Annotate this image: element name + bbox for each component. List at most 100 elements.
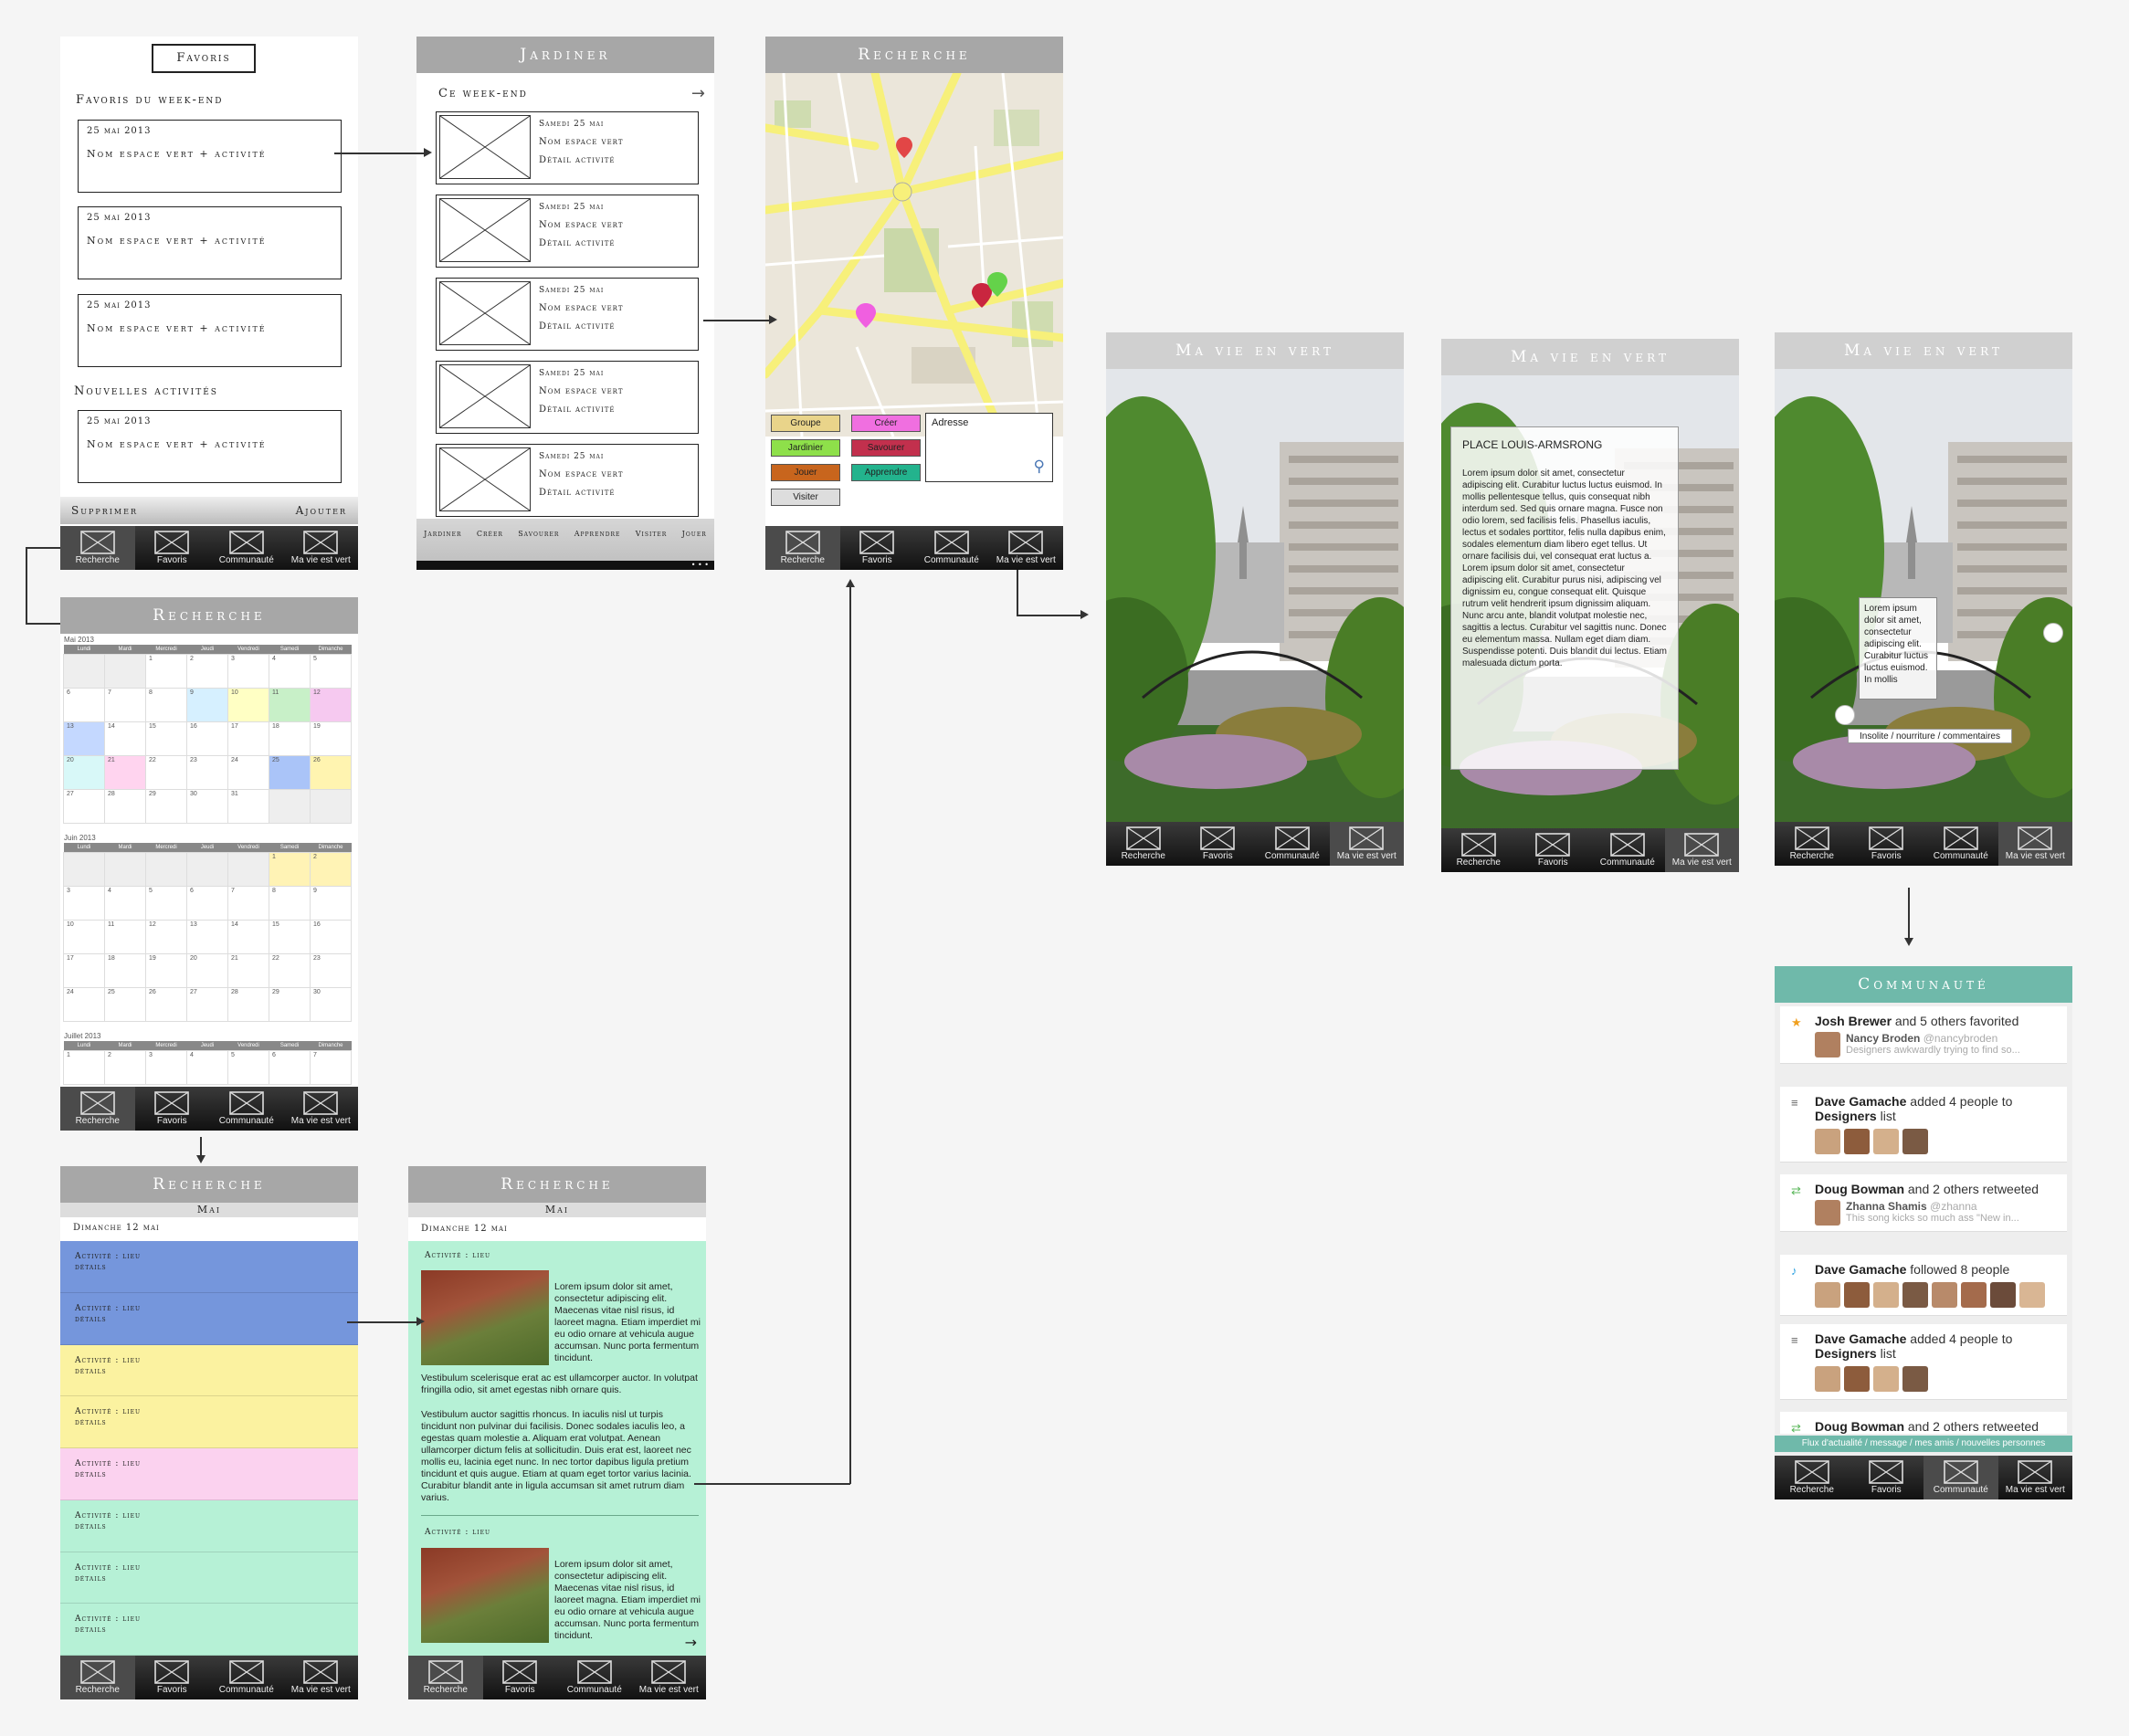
actor-name[interactable]: Doug Bowman (1815, 1419, 1904, 1434)
activity-feed-item[interactable]: ★ Josh Brewer and 5 others favorited Nancy… (1780, 1006, 2067, 1064)
calendar-day[interactable]: 8 (269, 885, 311, 921)
avatar[interactable] (1932, 1282, 1957, 1308)
actor-name[interactable]: Dave Gamache (1815, 1262, 1906, 1277)
calendar-day[interactable]: 17 (227, 721, 269, 756)
activity-feed-item[interactable]: ⇄ Doug Bowman and 2 others retweeted Zhann… (1780, 1174, 2067, 1232)
map-pin-icon[interactable] (2043, 623, 2063, 643)
tab-ma-vie-est-vert[interactable]: Ma vie est vert (1329, 822, 1404, 866)
calendar-day[interactable]: 14 (104, 721, 146, 756)
calendar-day[interactable]: 24 (227, 754, 269, 790)
tab-recherche[interactable]: Recherche (60, 1656, 135, 1699)
activity-entry[interactable]: Activité : lieu détails (60, 1396, 358, 1448)
activity-card[interactable]: Samedi 25 mai Nom espace vert Détail activ… (436, 278, 699, 351)
calendar-day[interactable]: 2 (186, 653, 228, 689)
calendar-day[interactable] (63, 851, 105, 887)
filter-tab[interactable]: Jardiner (424, 530, 461, 538)
calendar-day[interactable]: 27 (186, 986, 228, 1022)
avatar[interactable] (1844, 1282, 1870, 1308)
favori-card[interactable]: 25 mai 2013 Nom espace vert + activité (78, 206, 342, 279)
calendar-day[interactable]: 20 (63, 754, 105, 790)
tab-favoris[interactable]: Favoris (1850, 822, 1924, 866)
list-name[interactable]: Designers (1815, 1109, 1877, 1123)
calendar-day[interactable]: 4 (186, 1049, 228, 1085)
filter-tab[interactable]: Visiter (636, 530, 668, 538)
calendar-day[interactable]: 7 (310, 1049, 352, 1085)
calendar-day[interactable]: 19 (310, 721, 352, 756)
tab-communaute[interactable]: Communauté (1255, 822, 1330, 866)
activity-entry[interactable]: Activité : lieu détails (60, 1499, 358, 1552)
avatar[interactable] (1815, 1032, 1840, 1057)
tab-communaute[interactable]: Communauté (914, 526, 989, 570)
tab-communaute[interactable]: Communauté (209, 526, 284, 570)
tab-communaute[interactable]: Communauté (1590, 828, 1665, 872)
next-arrow-icon[interactable]: → (685, 1634, 697, 1651)
new-activity-card[interactable]: 25 mai 2013 Nom espace vert + activité (78, 410, 342, 483)
actor-name[interactable]: Doug Bowman (1815, 1182, 1904, 1196)
calendar-day[interactable] (104, 851, 146, 887)
tab-recherche[interactable]: Recherche (1775, 822, 1850, 866)
calendar-day[interactable]: 18 (269, 721, 311, 756)
calendar-day[interactable]: 20 (186, 952, 228, 988)
activity-card[interactable]: Samedi 25 mai Nom espace vert Détail activ… (436, 111, 699, 184)
calendar-day[interactable]: 10 (227, 687, 269, 722)
calendar-day[interactable]: 21 (104, 754, 146, 790)
info-bubble[interactable]: Lorem ipsum dolor sit amet, consectetur … (1859, 597, 1937, 700)
calendar-day[interactable]: 17 (63, 952, 105, 988)
avatar[interactable] (1902, 1282, 1928, 1308)
filter-tab[interactable]: Apprendre (574, 530, 621, 538)
tab-ma-vie-est-vert[interactable]: Ma vie est vert (284, 1656, 359, 1699)
filter-tab[interactable]: Jouer (682, 530, 707, 538)
avatar[interactable] (1873, 1129, 1899, 1154)
tab-recherche[interactable]: Recherche (1106, 822, 1181, 866)
calendar-day[interactable]: 22 (145, 754, 187, 790)
tab-favoris[interactable]: Favoris (135, 1087, 210, 1131)
category-button[interactable]: Savourer (851, 439, 921, 457)
calendar-day[interactable]: 21 (227, 952, 269, 988)
calendar-day[interactable]: 5 (310, 653, 352, 689)
tab-ma-vie-est-vert[interactable]: Ma vie est vert (989, 526, 1064, 570)
tab-favoris[interactable]: Favoris (840, 526, 915, 570)
activity-entry[interactable]: Activité : lieu détails (60, 1448, 358, 1500)
calendar-day[interactable]: 15 (145, 721, 187, 756)
avatar[interactable] (1873, 1282, 1899, 1308)
activity-card[interactable]: Samedi 25 mai Nom espace vert Détail activ… (436, 195, 699, 268)
tag-line[interactable]: Insolite / nourriture / commentaires (1848, 729, 2012, 743)
calendar-day[interactable]: 7 (227, 885, 269, 921)
tab-ma-vie-est-vert[interactable]: Ma vie est vert (1997, 822, 2072, 866)
avatar[interactable] (1844, 1129, 1870, 1154)
calendar-day[interactable]: 12 (145, 919, 187, 954)
tab-favoris[interactable]: Favoris (1181, 822, 1256, 866)
calendar-day[interactable] (63, 653, 105, 689)
calendar-day[interactable]: 12 (310, 687, 352, 722)
arrow-right-icon[interactable]: → (691, 84, 705, 103)
calendar-day[interactable] (104, 653, 146, 689)
tab-recherche[interactable]: Recherche (408, 1656, 483, 1699)
avatar[interactable] (1815, 1129, 1840, 1154)
sub-name[interactable]: Nancy Broden (1846, 1032, 1920, 1045)
community-link[interactable]: mes amis (1914, 1438, 1954, 1448)
calendar-day[interactable]: 23 (186, 754, 228, 790)
calendar-day[interactable]: 25 (269, 754, 311, 790)
tab-communaute[interactable]: Communauté (557, 1656, 632, 1699)
avatar[interactable] (1815, 1200, 1840, 1226)
calendar-day[interactable]: 6 (63, 687, 105, 722)
category-button[interactable]: Apprendre (851, 464, 921, 481)
avatar[interactable] (1961, 1282, 1987, 1308)
category-button[interactable]: Créer (851, 415, 921, 432)
tab-favoris[interactable]: Favoris (135, 526, 210, 570)
community-link[interactable]: message (1870, 1438, 1907, 1448)
calendar-day[interactable]: 4 (104, 885, 146, 921)
calendar-day[interactable]: 9 (310, 885, 352, 921)
calendar-day[interactable]: 13 (63, 721, 105, 756)
calendar-day[interactable]: 18 (104, 952, 146, 988)
calendar-day[interactable]: 3 (227, 653, 269, 689)
tab-ma-vie-est-vert[interactable]: Ma vie est vert (284, 526, 359, 570)
sub-name[interactable]: Zhanna Shamis (1846, 1200, 1927, 1213)
tab-recherche[interactable]: Recherche (60, 526, 135, 570)
calendar-day[interactable]: 28 (227, 986, 269, 1022)
category-button[interactable]: Groupe (771, 415, 840, 432)
calendar-day[interactable]: 31 (227, 788, 269, 824)
favori-card[interactable]: 25 mai 2013 Nom espace vert + activité (78, 294, 342, 367)
calendar-day[interactable] (186, 851, 228, 887)
delete-button[interactable]: Supprimer (71, 504, 138, 517)
